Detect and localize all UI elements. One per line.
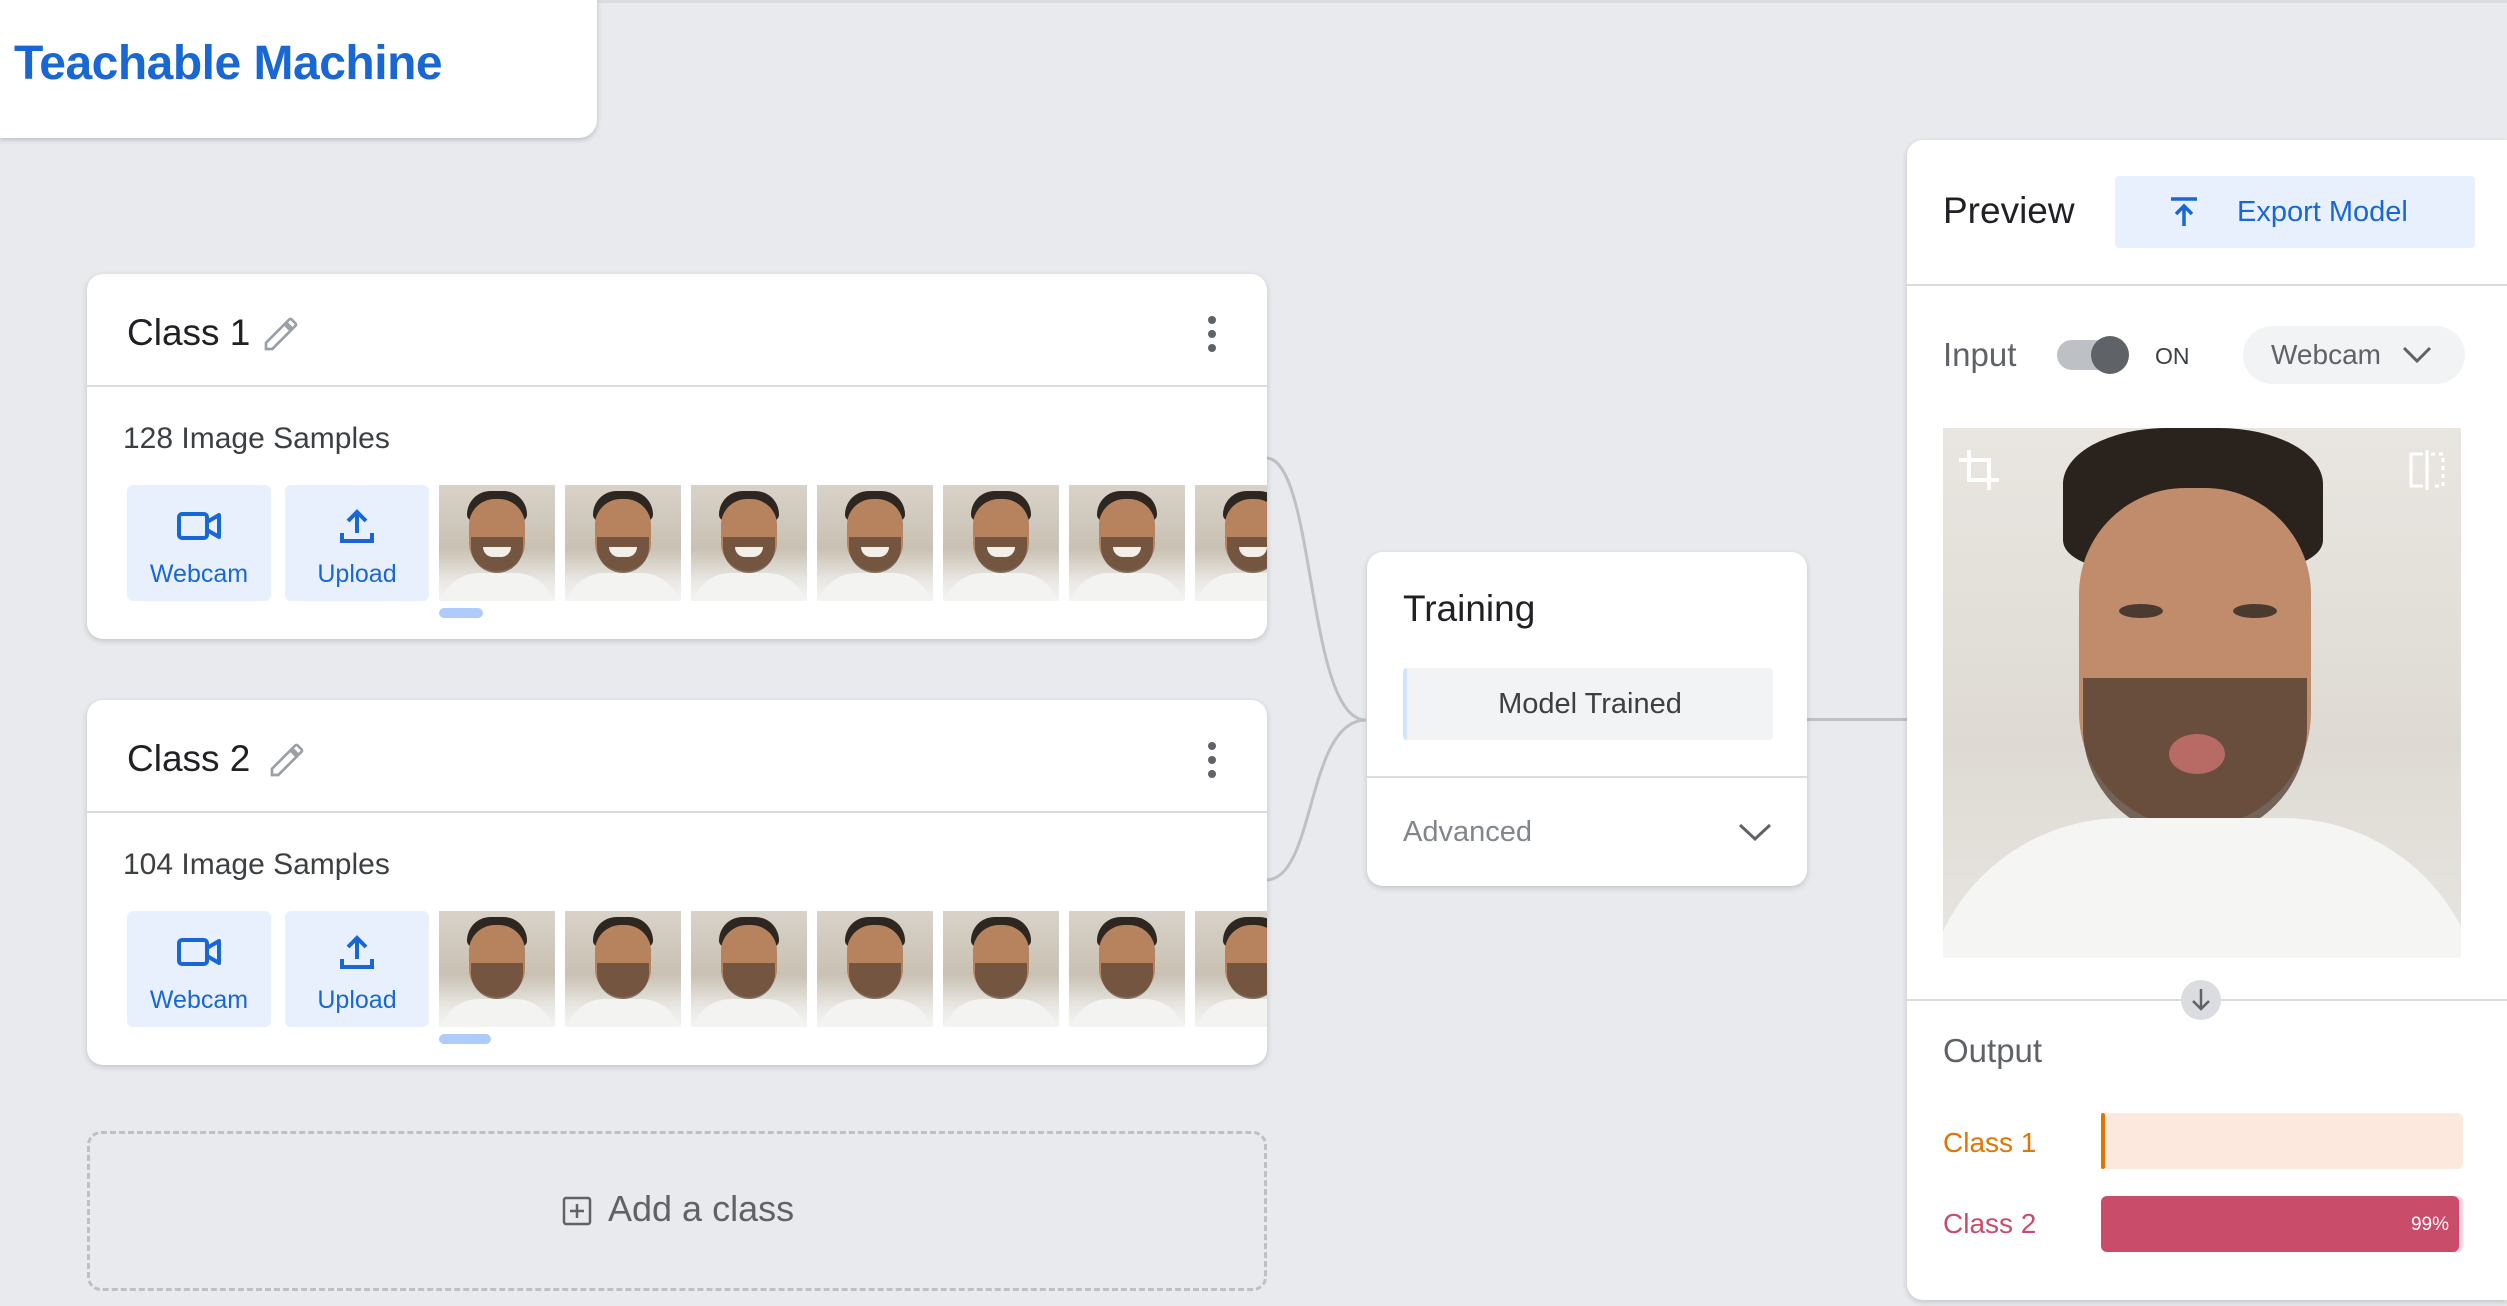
sample-thumbnail[interactable] (439, 485, 555, 601)
sample-thumbnails[interactable] (439, 911, 1267, 1027)
upload-label: Upload (317, 986, 397, 1014)
training-panel: Training Model Trained Advanced (1367, 552, 1807, 886)
pencil-icon[interactable] (267, 740, 307, 780)
upload-icon (340, 509, 374, 543)
app-header: Teachable Machine (0, 0, 597, 138)
output-label: Output (1943, 1032, 2043, 1069)
webcam-button[interactable]: Webcam (127, 485, 271, 601)
app-logo[interactable]: Teachable Machine (14, 36, 443, 91)
videocam-icon (177, 512, 221, 540)
confidence-fill (2101, 1196, 2459, 1252)
more-vert-icon[interactable] (1207, 742, 1217, 778)
input-source-value: Webcam (2271, 339, 2381, 370)
sample-thumbnail[interactable] (943, 485, 1059, 601)
webcam-button[interactable]: Webcam (127, 911, 271, 1027)
divider (1367, 776, 1807, 778)
upload-button[interactable]: Upload (285, 911, 429, 1027)
input-label: Input (1943, 336, 2017, 373)
export-model-label: Export Model (2237, 196, 2408, 228)
output-class-label: Class 1 (1943, 1127, 2037, 1158)
class-name[interactable]: Class 2 (127, 738, 250, 780)
webcam-label: Webcam (149, 560, 249, 588)
add-class-label: Add a class (608, 1188, 795, 1229)
sample-count: 128 Image Samples (123, 422, 390, 455)
class-card-2: Class 2 104 Image Samples Webcam Upload (87, 700, 1267, 1065)
class-card-header: Class 2 (87, 700, 1267, 813)
class-card-header: Class 1 (87, 274, 1267, 387)
sample-thumbnail[interactable] (943, 911, 1059, 1027)
export-icon (2171, 197, 2197, 226)
thumbnail-scrollbar[interactable] (439, 608, 483, 618)
sample-thumbnail[interactable] (1195, 911, 1267, 1027)
train-model-button[interactable]: Model Trained (1403, 668, 1773, 740)
preview-panel: Preview Export Model Input ON Webcam Out… (1907, 140, 2507, 1300)
confidence-bar (2101, 1113, 2463, 1169)
videocam-icon (177, 938, 221, 966)
preview-connector (1807, 718, 1907, 721)
flip-icon[interactable] (2407, 448, 2447, 492)
top-divider (597, 0, 2507, 3)
thumbnail-scrollbar[interactable] (439, 1034, 491, 1044)
sample-thumbnail[interactable] (1069, 911, 1185, 1027)
confidence-percent: 99% (2410, 1214, 2449, 1235)
preview-title: Preview (1943, 190, 2075, 231)
pencil-icon[interactable] (261, 314, 301, 354)
sample-thumbnail[interactable] (817, 485, 933, 601)
sample-thumbnail[interactable] (565, 911, 681, 1027)
sample-thumbnails[interactable] (439, 485, 1267, 601)
toggle-state-label: ON (2155, 343, 2190, 369)
sample-thumbnail[interactable] (817, 911, 933, 1027)
output-class-label: Class 2 (1943, 1208, 2037, 1239)
input-toggle-knob[interactable] (2091, 336, 2129, 374)
more-vert-icon[interactable] (1207, 316, 1217, 352)
upload-icon (340, 935, 374, 969)
training-title: Training (1403, 588, 1536, 629)
chevron-down-icon[interactable] (1737, 820, 1773, 844)
sample-thumbnail[interactable] (565, 485, 681, 601)
arrow-down-icon (2181, 980, 2221, 1020)
export-model-button[interactable]: Export Model (2115, 176, 2475, 248)
confidence-fill (2101, 1113, 2105, 1169)
sample-thumbnail[interactable] (1195, 485, 1267, 601)
sample-count: 104 Image Samples (123, 848, 390, 881)
class-card-1: Class 1 128 Image Samples Webcam Upload (87, 274, 1267, 639)
webcam-feed (1943, 428, 2461, 958)
webcam-label: Webcam (149, 986, 249, 1014)
sample-thumbnail[interactable] (439, 911, 555, 1027)
sample-thumbnail[interactable] (691, 911, 807, 1027)
divider (1907, 284, 2507, 286)
advanced-toggle[interactable]: Advanced (1403, 816, 1532, 849)
crop-icon[interactable] (1957, 448, 2001, 492)
upload-label: Upload (317, 560, 397, 588)
upload-button[interactable]: Upload (285, 485, 429, 601)
add-box-icon (562, 1196, 592, 1226)
class-name[interactable]: Class 1 (127, 312, 250, 354)
confidence-bar: 99% (2101, 1196, 2463, 1252)
input-source-dropdown[interactable]: Webcam (2243, 326, 2465, 384)
sample-thumbnail[interactable] (691, 485, 807, 601)
class-connectors (1266, 456, 1367, 882)
chevron-down-icon (2402, 346, 2432, 364)
sample-thumbnail[interactable] (1069, 485, 1185, 601)
